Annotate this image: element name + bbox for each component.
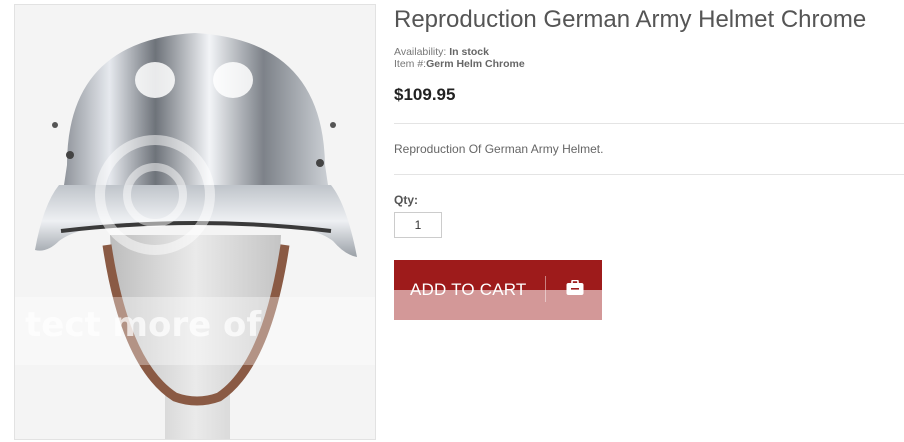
item-number-value: Germ Helm Chrome — [426, 58, 525, 70]
product-title: Reproduction German Army Helmet Chrome — [394, 6, 867, 33]
divider — [394, 123, 904, 124]
qty-input[interactable] — [394, 212, 442, 238]
availability-value: In stock — [449, 46, 489, 58]
item-number-row: Item #:Germ Helm Chrome — [394, 58, 525, 70]
watermark-overlay — [394, 290, 602, 320]
availability-row: Availability: In stock — [394, 46, 525, 58]
divider — [394, 174, 904, 175]
qty-label: Qty: — [394, 193, 418, 207]
image-watermark: tect more of — [25, 305, 262, 345]
helmet-image — [35, 33, 357, 439]
availability-label: Availability: — [394, 46, 447, 58]
product-meta: Availability: In stock Item #:Germ Helm … — [394, 46, 525, 70]
add-to-cart-button[interactable]: ADD TO CART — [394, 260, 602, 320]
item-number-label: Item #: — [394, 58, 427, 70]
product-image[interactable]: tect more of — [14, 4, 376, 440]
product-price: $109.95 — [394, 85, 456, 104]
product-description: Reproduction Of German Army Helmet. — [394, 142, 604, 156]
